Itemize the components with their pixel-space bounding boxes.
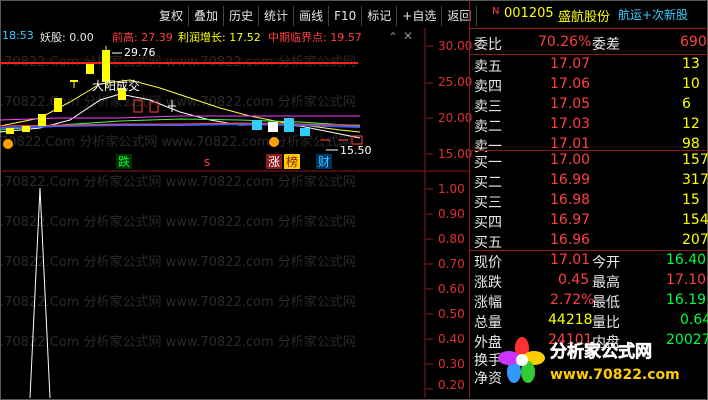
- svg-text:.70822.Com 分析家公式网 www.70822.co: .70822.Com 分析家公式网 www.70822.com 分析家公式网: [0, 94, 356, 110]
- indicator-scale-label: 0.50: [438, 307, 465, 321]
- indicator-scale-label: 0.90: [438, 207, 465, 221]
- ask-row[interactable]: 卖二 17.03 12: [470, 116, 708, 136]
- chart-canvas: .70822.Com 分析家公式网 www.70822.com 分析家公式网 .…: [0, 28, 469, 398]
- bid-row[interactable]: 买一 17.00 157: [470, 152, 708, 172]
- big-volume-label: 大阳成交: [92, 78, 140, 93]
- stock-code[interactable]: 001205: [504, 6, 554, 21]
- ask-row[interactable]: 卖五 17.07 13: [470, 56, 708, 76]
- price-scale-label: 15.00: [438, 147, 473, 161]
- stock-name[interactable]: 盛航股份: [558, 6, 610, 25]
- indicator-scale-label: 0.60: [438, 282, 465, 296]
- bid-row[interactable]: 买三 16.98 15: [470, 192, 708, 212]
- flower-logo-icon: 分析家公式网 www.70822.com: [498, 337, 680, 383]
- rank-tag: 榜: [286, 154, 298, 169]
- price-scale-label: 20.00: [438, 111, 473, 125]
- stock-header: N 001205 盛航股份 航运+次新股: [470, 6, 708, 25]
- toolbar-button-draw[interactable]: 画线: [294, 6, 330, 26]
- sector-label[interactable]: 航运+次新股: [618, 6, 688, 23]
- toolbar-button-overlay[interactable]: 叠加: [189, 6, 225, 26]
- indicator-scale-label: 0.30: [438, 357, 465, 371]
- stat-row: 涨幅 2.72% 最低 16.19: [474, 292, 707, 311]
- stat-row: 现价 17.01 今开 16.40: [474, 252, 707, 271]
- toolbar-button-stats[interactable]: 统计: [259, 6, 295, 26]
- price-scale-label: 30.00: [438, 39, 473, 53]
- indicator-scale-label: 0.20: [438, 378, 465, 392]
- svg-text:.70822.Com 分析家公式网 www.70822.co: .70822.Com 分析家公式网 www.70822.com 分析家公式网: [0, 214, 356, 230]
- ask-row[interactable]: 卖三 17.05 6: [470, 96, 708, 116]
- stat-row: 涨跌 0.45 最高 17.10: [474, 272, 707, 291]
- ask-row[interactable]: 卖四 17.06 10: [470, 76, 708, 96]
- indicator-scale-label: 0.80: [438, 232, 465, 246]
- stat-row: 总量 44218 量比 0.64: [474, 312, 708, 331]
- svg-text:70822.Com 分析家公式网 www.70822.com: 70822.Com 分析家公式网 www.70822.com 分析家公式网: [0, 134, 352, 150]
- svg-text:分析家公式网: 分析家公式网: [550, 341, 652, 362]
- indicator-scale-label: 1.00: [438, 182, 465, 196]
- toolbar-button-mark[interactable]: 标记: [362, 6, 398, 26]
- bid-row[interactable]: 买五 16.96 207: [470, 232, 708, 252]
- kline-chart[interactable]: 18:53 妖股: 0.00 前高: 27.39 利润增长: 17.52 中期临…: [0, 28, 473, 398]
- order-ratio-row: 委比 70.26% 委差 690: [474, 34, 707, 53]
- svg-text:.70822.Com 分析家公式网 www.70822.co: .70822.Com 分析家公式网 www.70822.com 分析家公式网: [0, 254, 356, 270]
- rise-tag: 涨: [268, 154, 280, 169]
- indicator-scale-label: 0.40: [438, 332, 465, 346]
- s-tag: s: [204, 155, 210, 169]
- toolbar-button-f10[interactable]: F10: [329, 6, 363, 26]
- fall-tag: 跌: [118, 154, 130, 169]
- toolbar-button-fuquan[interactable]: 复权: [154, 6, 190, 26]
- watermark-logo: 分析家公式网 www.70822.com: [498, 332, 698, 388]
- n-mark: N: [492, 6, 500, 17]
- peak-price-label: 29.76: [124, 46, 156, 59]
- finance-tag: 财: [318, 155, 330, 169]
- svg-text:.70822.Com 分析家公式网 www.70822.co: .70822.Com 分析家公式网 www.70822.com 分析家公式网: [0, 174, 356, 190]
- price-scale-label: 25.00: [438, 75, 473, 89]
- svg-text:www.70822.com: www.70822.com: [550, 367, 680, 383]
- bid-row[interactable]: 买四 16.97 154: [470, 212, 708, 232]
- toolbar: 复权 叠加 历史 统计 画线 F10 标记 +自选 返回: [154, 6, 478, 28]
- bid-row[interactable]: 买二 16.99 317: [470, 172, 708, 192]
- toolbar-button-history[interactable]: 历史: [224, 6, 260, 26]
- indicator-scale-label: 0.70: [438, 257, 465, 271]
- svg-text:.70822.Com 分析家公式网 www.70822.co: .70822.Com 分析家公式网 www.70822.com 分析家公式网: [0, 294, 356, 310]
- toolbar-button-add-watch[interactable]: +自选: [397, 6, 443, 26]
- svg-text:.70822.Com 分析家公式网 www.70822.co: .70822.Com 分析家公式网 www.70822.com 分析家公式网: [0, 334, 356, 350]
- low-price-label: 15.50: [340, 144, 372, 157]
